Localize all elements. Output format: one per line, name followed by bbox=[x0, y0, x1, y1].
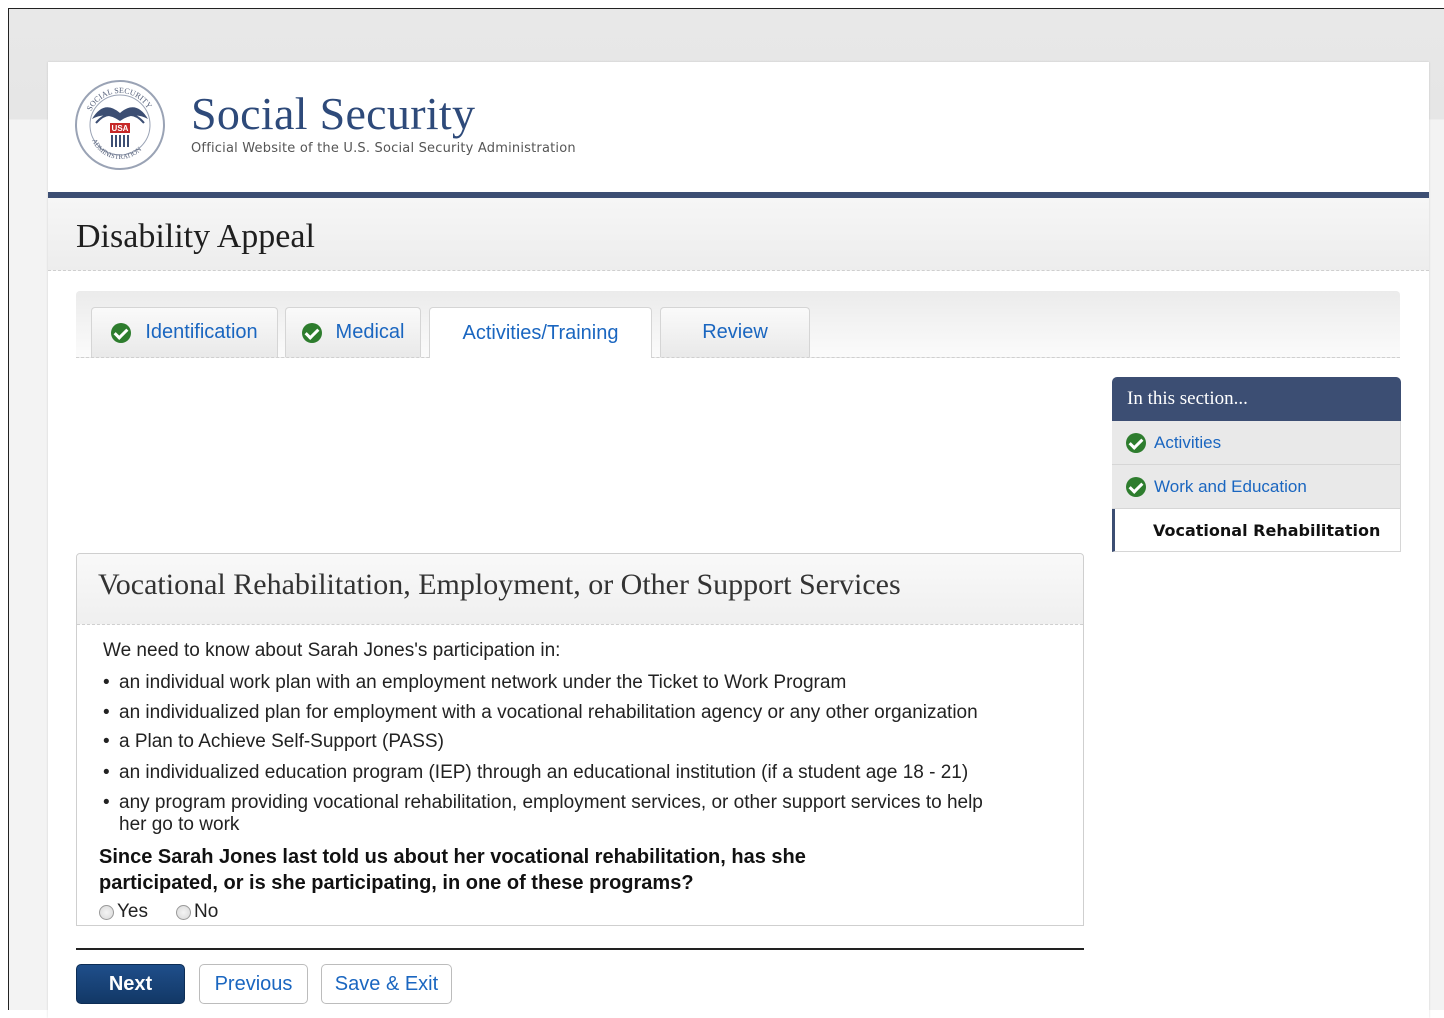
tab-identification[interactable]: Identification bbox=[91, 307, 278, 357]
tab-label: Identification bbox=[145, 321, 258, 343]
list-item: an individualized plan for employment wi… bbox=[99, 702, 1059, 724]
check-circle-icon bbox=[1126, 476, 1146, 497]
site-header: USA SOCIAL SECURITY ADMINISTRATION Socia… bbox=[48, 62, 1429, 192]
answer-radio-group: Yes No bbox=[99, 901, 246, 923]
tab-activities-training[interactable]: Activities/Training bbox=[429, 307, 652, 358]
option-yes[interactable]: Yes bbox=[99, 901, 148, 923]
browser-viewport: USA SOCIAL SECURITY ADMINISTRATION Socia… bbox=[8, 8, 1444, 1018]
page-container: USA SOCIAL SECURITY ADMINISTRATION Socia… bbox=[48, 62, 1429, 1018]
tab-label: Medical bbox=[335, 321, 405, 343]
section-tabs: Identification Medical Activities/Traini… bbox=[76, 291, 1400, 358]
sidebar-item-label: Activities bbox=[1154, 432, 1222, 452]
option-no[interactable]: No bbox=[176, 901, 218, 923]
sidebar-heading: In this section... bbox=[1112, 377, 1401, 421]
panel-title: Vocational Rehabilitation, Employment, o… bbox=[98, 568, 901, 601]
sidebar-item-label: Work and Education bbox=[1154, 476, 1307, 496]
tab-label: Activities/Training bbox=[462, 321, 619, 344]
site-title[interactable]: Social Security bbox=[191, 88, 475, 140]
question-text: Since Sarah Jones last told us about her… bbox=[99, 846, 806, 894]
yes-radio[interactable] bbox=[99, 904, 114, 920]
save-exit-button[interactable]: Save & Exit bbox=[321, 964, 452, 1004]
check-circle-icon bbox=[111, 322, 132, 343]
title-band: Disability Appeal bbox=[48, 198, 1429, 271]
next-button[interactable]: Next bbox=[76, 964, 185, 1004]
tab-review[interactable]: Review bbox=[660, 307, 810, 357]
page-title: Disability Appeal bbox=[76, 218, 315, 255]
check-circle-icon bbox=[301, 322, 322, 343]
list-item: a Plan to Achieve Self-Support (PASS) bbox=[99, 731, 1059, 753]
yes-label[interactable]: Yes bbox=[117, 901, 148, 923]
button-divider bbox=[76, 948, 1084, 950]
previous-button[interactable]: Previous bbox=[199, 964, 308, 1004]
question-panel: Vocational Rehabilitation, Employment, o… bbox=[76, 553, 1084, 926]
no-radio[interactable] bbox=[176, 904, 191, 920]
panel-header: Vocational Rehabilitation, Employment, o… bbox=[77, 554, 1083, 625]
list-item: an individual work plan with an employme… bbox=[99, 672, 1059, 694]
check-circle-icon bbox=[1126, 432, 1146, 453]
sidebar-item-label: Vocational Rehabilitation bbox=[1153, 520, 1381, 540]
section-sidebar: In this section... Activities Work and E… bbox=[1112, 377, 1401, 552]
program-list: an individual work plan with an employme… bbox=[99, 672, 1059, 836]
sidebar-item-vocational-rehabilitation: Vocational Rehabilitation bbox=[1112, 509, 1401, 552]
tab-medical[interactable]: Medical bbox=[285, 307, 421, 357]
site-subtitle: Official Website of the U.S. Social Secu… bbox=[191, 141, 576, 156]
svg-text:USA: USA bbox=[112, 124, 129, 133]
intro-text: We need to know about Sarah Jones's part… bbox=[103, 640, 561, 661]
sidebar-item-work-education[interactable]: Work and Education bbox=[1112, 465, 1401, 509]
list-item: an individualized education program (IEP… bbox=[99, 762, 1059, 784]
list-item: any program providing vocational rehabil… bbox=[99, 792, 1009, 836]
sidebar-item-activities[interactable]: Activities bbox=[1112, 421, 1401, 465]
no-label[interactable]: No bbox=[194, 901, 218, 923]
tab-label: Review bbox=[702, 321, 768, 343]
ssa-seal-logo: USA SOCIAL SECURITY ADMINISTRATION bbox=[75, 80, 165, 170]
